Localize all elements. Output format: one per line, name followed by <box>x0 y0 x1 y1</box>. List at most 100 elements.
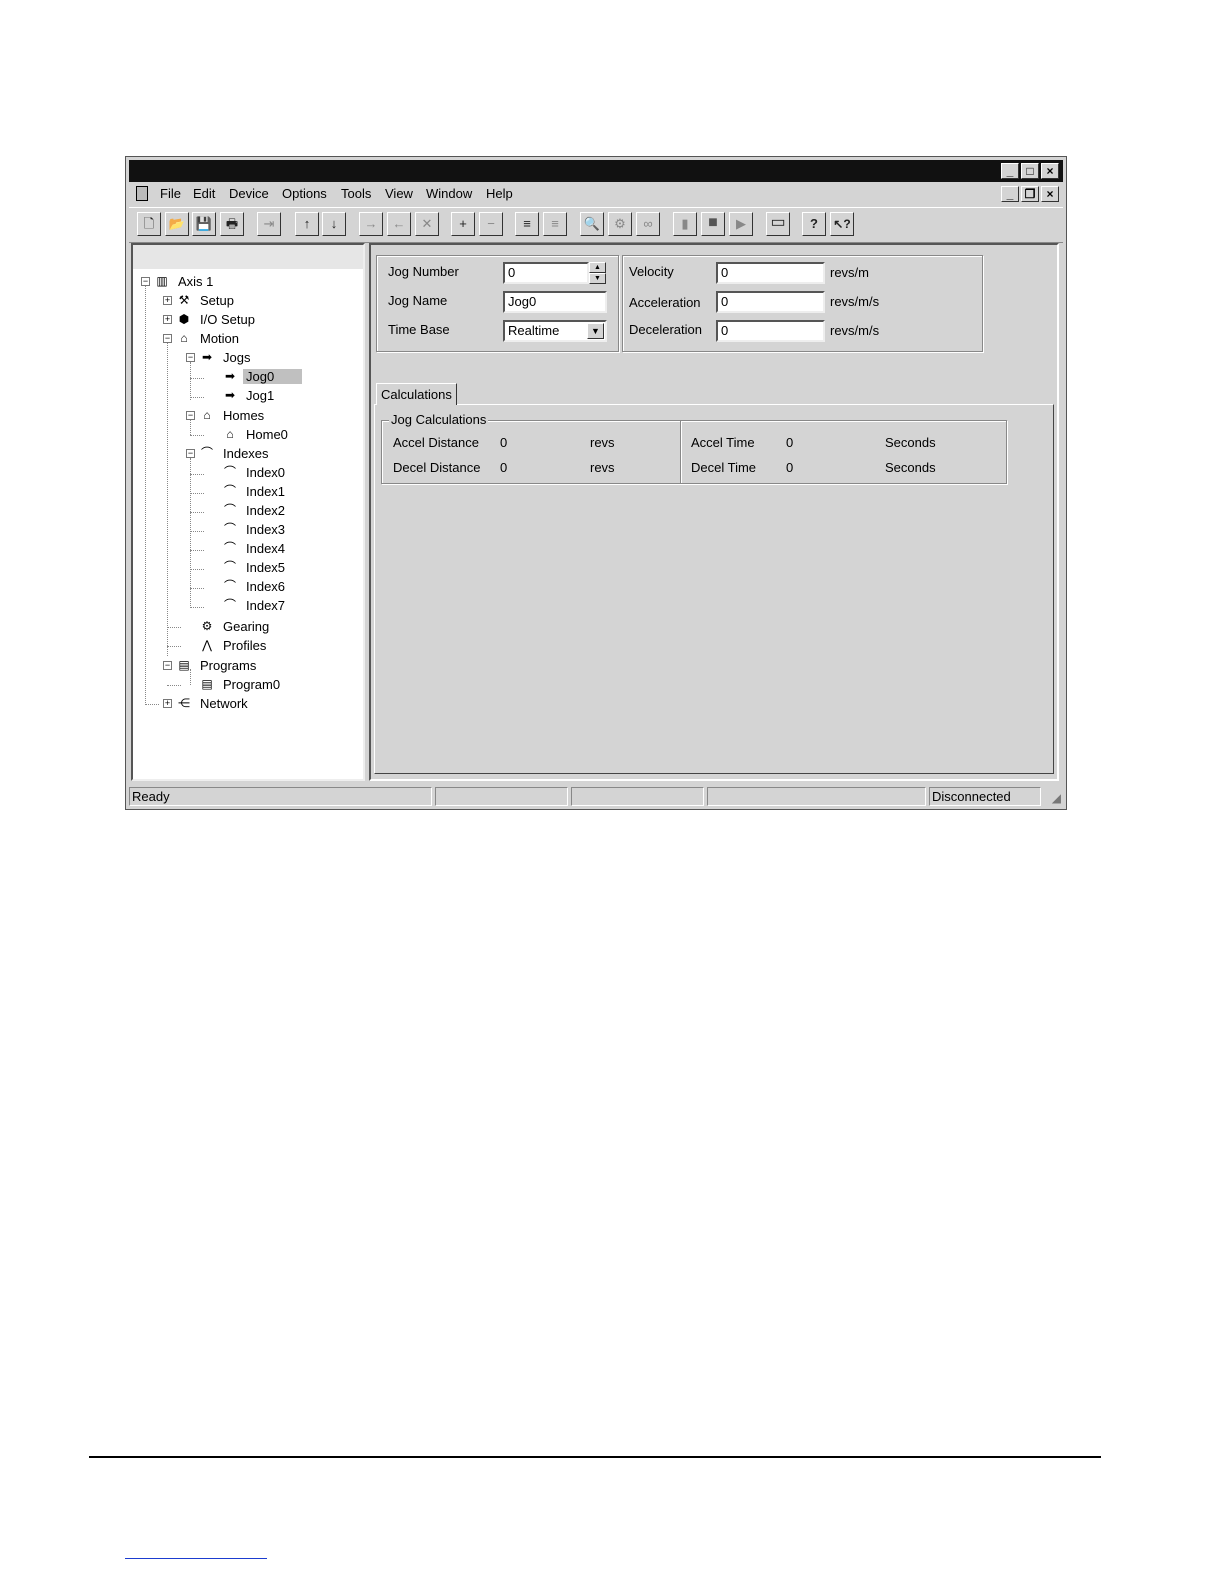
menu-help[interactable]: Help <box>486 186 513 201</box>
title-bar[interactable]: _ □ × <box>129 160 1063 182</box>
tree-item-index4[interactable]: ⌒ Index4 <box>221 540 288 556</box>
mdi-close-button[interactable]: × <box>1041 186 1059 202</box>
program-icon: ▤ <box>178 658 190 672</box>
menu-view[interactable]: View <box>385 186 413 201</box>
tree-item-jog1[interactable]: ➡ Jog1 <box>221 387 277 403</box>
tree-item-network[interactable]: ⋲ Network <box>175 695 251 711</box>
time-base-select[interactable]: Realtime ▼ <box>503 320 607 342</box>
tree-line <box>167 685 181 686</box>
settings-button[interactable]: ⚙ <box>608 212 632 236</box>
deceleration-field[interactable]: 0 <box>716 320 825 342</box>
tree-line <box>167 627 181 628</box>
tree-collapse-toggle[interactable]: − <box>186 449 195 458</box>
close-button[interactable]: × <box>1041 163 1059 179</box>
tree-item-label: Network <box>200 695 248 711</box>
tree-item-axis[interactable]: ▥ Axis 1 <box>153 273 216 289</box>
chevron-down-icon[interactable]: ▼ <box>587 323 604 339</box>
tree-collapse-toggle[interactable]: − <box>163 334 172 343</box>
import-button[interactable]: ⇥ <box>257 212 281 236</box>
menu-file[interactable]: File <box>160 186 181 201</box>
program-button[interactable]: ≡ <box>515 212 539 236</box>
run-button[interactable]: ▶ <box>729 212 753 236</box>
print-button[interactable]: 🖶 <box>220 212 244 236</box>
tree-expand-toggle[interactable]: + <box>163 699 172 708</box>
jog-name-field[interactable]: Jog0 <box>503 291 607 313</box>
add-node-button[interactable]: + <box>451 212 475 236</box>
tab-calculations[interactable]: Calculations <box>376 383 457 405</box>
tree-line <box>190 397 204 398</box>
tree-item-homes[interactable]: ⌂ Homes <box>198 407 267 423</box>
tree-expand-toggle[interactable]: + <box>163 315 172 324</box>
tree-collapse-toggle[interactable]: − <box>163 661 172 670</box>
help-button[interactable]: ? <box>802 212 826 236</box>
menu-device[interactable]: Device <box>229 186 269 201</box>
minimize-button[interactable]: _ <box>1001 163 1019 179</box>
tree-expand-toggle[interactable]: + <box>163 296 172 305</box>
jog-number-field[interactable]: 0 <box>503 262 589 284</box>
enable-button[interactable]: ▮ <box>673 212 697 236</box>
mdi-restore-button[interactable]: ❐ <box>1021 186 1039 202</box>
zoom-button[interactable]: 🔍 <box>580 212 604 236</box>
tree-collapse-toggle[interactable]: − <box>186 411 195 420</box>
menu-edit[interactable]: Edit <box>193 186 215 201</box>
tree-item-program0[interactable]: ▤ Program0 <box>198 676 283 692</box>
mdi-minimize-button[interactable]: _ <box>1001 186 1019 202</box>
index-profile-icon: ⌒ <box>223 560 236 574</box>
tree-item-index6[interactable]: ⌒ Index6 <box>221 578 288 594</box>
tree-item-index5[interactable]: ⌒ Index5 <box>221 559 288 575</box>
window-controls: _ □ × <box>1001 163 1059 179</box>
download-button[interactable]: ↓ <box>322 212 346 236</box>
tree-item-index0[interactable]: ⌒ Index0 <box>221 464 288 480</box>
tree-item-profiles[interactable]: ⋀ Profiles <box>198 637 269 653</box>
project-tree[interactable]: − ▥ Axis 1 + ⚒ Setup + ⬢ I/O Setup − ⌂ M… <box>131 243 365 781</box>
tree-collapse-toggle[interactable]: − <box>186 353 195 362</box>
menu-window[interactable]: Window <box>426 186 472 201</box>
velocity-field[interactable]: 0 <box>716 262 825 284</box>
save-button[interactable]: 💾 <box>192 212 216 236</box>
tree-item-label: Index6 <box>246 578 286 594</box>
tree-item-setup[interactable]: ⚒ Setup <box>175 292 237 308</box>
tree-item-programs[interactable]: ▤ Programs <box>175 657 259 673</box>
tree-item-indexes[interactable]: ⌒ Indexes <box>198 445 272 461</box>
tree-item-label: Homes <box>223 407 265 423</box>
stepper-down-icon[interactable]: ▼ <box>589 273 606 284</box>
tree-item-gearing[interactable]: ⚙ Gearing <box>198 618 272 634</box>
tree-line <box>190 569 204 570</box>
tree-collapse-toggle[interactable]: − <box>141 277 150 286</box>
connect-button[interactable]: → <box>359 212 383 236</box>
tree-item-jog0[interactable]: ➡ Jog0 <box>221 368 303 384</box>
decel-distance-value: 0 <box>500 460 508 475</box>
program-dim-button[interactable]: ≡ <box>543 212 567 236</box>
tree-item-label: Home0 <box>246 426 288 442</box>
new-button[interactable]: 🗋 <box>137 212 161 236</box>
tree-item-home0[interactable]: ⌂ Home0 <box>221 426 291 442</box>
tree-item-jogs[interactable]: ➡ Jogs <box>198 349 253 365</box>
tree-item-index3[interactable]: ⌒ Index3 <box>221 521 288 537</box>
cancel-button[interactable]: ✕ <box>415 212 439 236</box>
tree-item-index7[interactable]: ⌒ Index7 <box>221 597 288 613</box>
watch-button[interactable]: ∞ <box>636 212 660 236</box>
app-document-icon[interactable] <box>136 186 148 201</box>
stop-button[interactable]: ■ <box>701 212 725 236</box>
tree-item-index1[interactable]: ⌒ Index1 <box>221 483 288 499</box>
tree-item-label: Program0 <box>223 676 281 692</box>
menu-options[interactable]: Options <box>282 186 327 201</box>
jog-name-label: Jog Name <box>388 293 448 308</box>
stepper-up-icon[interactable]: ▲ <box>589 262 606 273</box>
maximize-button[interactable]: □ <box>1021 163 1039 179</box>
acceleration-field[interactable]: 0 <box>716 291 825 313</box>
tree-item-index2[interactable]: ⌒ Index2 <box>221 502 288 518</box>
tree-line <box>190 474 204 475</box>
menu-tools[interactable]: Tools <box>341 186 371 201</box>
tree-item-io-setup[interactable]: ⬢ I/O Setup <box>175 311 258 327</box>
jog-number-stepper[interactable]: ▲ ▼ <box>589 262 606 284</box>
resize-grip-icon[interactable]: ◢ <box>1052 791 1061 805</box>
open-button[interactable]: 📂 <box>165 212 189 236</box>
context-help-button[interactable]: ↖? <box>830 212 854 236</box>
mdi-controls: _ ❐ × <box>1001 186 1059 202</box>
remove-node-button[interactable]: − <box>479 212 503 236</box>
window-button[interactable]: ▭ <box>766 212 790 236</box>
disconnect-button[interactable]: ← <box>387 212 411 236</box>
tree-item-motion[interactable]: ⌂ Motion <box>175 330 242 346</box>
upload-button[interactable]: ↑ <box>295 212 319 236</box>
